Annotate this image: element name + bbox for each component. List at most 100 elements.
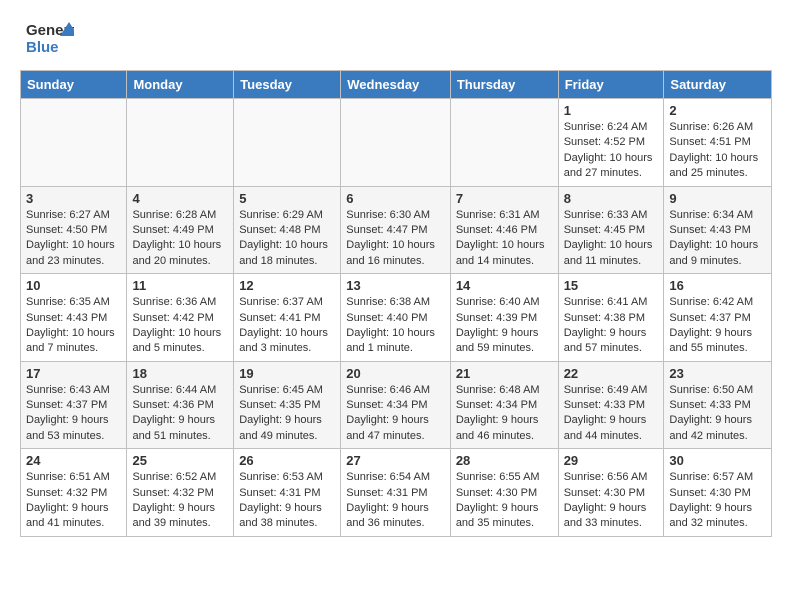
calendar-cell: 21 Sunrise: 6:48 AMSunset: 4:34 PMDayligh… xyxy=(450,361,558,449)
col-tuesday: Tuesday xyxy=(234,71,341,99)
calendar-cell: 30 Sunrise: 6:57 AMSunset: 4:30 PMDayligh… xyxy=(664,449,772,537)
day-info: Sunrise: 6:33 AMSunset: 4:45 PMDaylight:… xyxy=(564,208,659,270)
day-number: 1 xyxy=(564,103,659,118)
day-info: Sunrise: 6:49 AMSunset: 4:33 PMDaylight:… xyxy=(564,383,659,445)
calendar-cell xyxy=(234,99,341,187)
day-info: Sunrise: 6:53 AMSunset: 4:31 PMDaylight:… xyxy=(239,470,335,532)
day-number: 27 xyxy=(346,453,445,468)
day-info: Sunrise: 6:35 AMSunset: 4:43 PMDaylight:… xyxy=(26,295,121,357)
calendar-cell: 25 Sunrise: 6:52 AMSunset: 4:32 PMDayligh… xyxy=(127,449,234,537)
calendar-week-row: 10 Sunrise: 6:35 AMSunset: 4:43 PMDayligh… xyxy=(21,274,772,362)
calendar-header-row: Sunday Monday Tuesday Wednesday Thursday… xyxy=(21,71,772,99)
logo-svg: General Blue xyxy=(24,18,74,60)
day-info: Sunrise: 6:40 AMSunset: 4:39 PMDaylight:… xyxy=(456,295,553,357)
day-info: Sunrise: 6:52 AMSunset: 4:32 PMDaylight:… xyxy=(132,470,228,532)
day-number: 3 xyxy=(26,191,121,206)
day-number: 24 xyxy=(26,453,121,468)
day-number: 18 xyxy=(132,366,228,381)
calendar-cell: 17 Sunrise: 6:43 AMSunset: 4:37 PMDayligh… xyxy=(21,361,127,449)
day-number: 22 xyxy=(564,366,659,381)
day-number: 10 xyxy=(26,278,121,293)
day-info: Sunrise: 6:54 AMSunset: 4:31 PMDaylight:… xyxy=(346,470,445,532)
calendar-cell: 5Sunrise: 6:29 AMSunset: 4:48 PMDaylight… xyxy=(234,186,341,274)
day-info: Sunrise: 6:34 AMSunset: 4:43 PMDaylight:… xyxy=(669,208,766,270)
calendar-cell: 22 Sunrise: 6:49 AMSunset: 4:33 PMDayligh… xyxy=(558,361,664,449)
day-number: 25 xyxy=(132,453,228,468)
day-info: Sunrise: 6:31 AMSunset: 4:46 PMDaylight:… xyxy=(456,208,553,270)
col-monday: Monday xyxy=(127,71,234,99)
day-number: 16 xyxy=(669,278,766,293)
day-number: 23 xyxy=(669,366,766,381)
calendar-cell: 7 Sunrise: 6:31 AMSunset: 4:46 PMDaylight… xyxy=(450,186,558,274)
calendar-cell: 8Sunrise: 6:33 AMSunset: 4:45 PMDaylight… xyxy=(558,186,664,274)
day-info: Sunrise: 6:44 AMSunset: 4:36 PMDaylight:… xyxy=(132,383,228,445)
calendar-cell: 26 Sunrise: 6:53 AMSunset: 4:31 PMDayligh… xyxy=(234,449,341,537)
calendar-cell: 4 Sunrise: 6:28 AMSunset: 4:49 PMDaylight… xyxy=(127,186,234,274)
col-wednesday: Wednesday xyxy=(341,71,451,99)
calendar-cell: 3Sunrise: 6:27 AMSunset: 4:50 PMDaylight… xyxy=(21,186,127,274)
day-number: 14 xyxy=(456,278,553,293)
day-info: Sunrise: 6:57 AMSunset: 4:30 PMDaylight:… xyxy=(669,470,766,532)
day-number: 12 xyxy=(239,278,335,293)
day-number: 9 xyxy=(669,191,766,206)
calendar-cell: 18 Sunrise: 6:44 AMSunset: 4:36 PMDayligh… xyxy=(127,361,234,449)
day-number: 5 xyxy=(239,191,335,206)
day-info: Sunrise: 6:30 AMSunset: 4:47 PMDaylight:… xyxy=(346,208,445,270)
calendar-cell: 23 Sunrise: 6:50 AMSunset: 4:33 PMDayligh… xyxy=(664,361,772,449)
day-info: Sunrise: 6:37 AMSunset: 4:41 PMDaylight:… xyxy=(239,295,335,357)
calendar-cell xyxy=(21,99,127,187)
calendar-cell: 19Sunrise: 6:45 AMSunset: 4:35 PMDayligh… xyxy=(234,361,341,449)
day-info: Sunrise: 6:42 AMSunset: 4:37 PMDaylight:… xyxy=(669,295,766,357)
calendar-cell: 14 Sunrise: 6:40 AMSunset: 4:39 PMDayligh… xyxy=(450,274,558,362)
calendar-week-row: 17 Sunrise: 6:43 AMSunset: 4:37 PMDayligh… xyxy=(21,361,772,449)
calendar-cell: 12 Sunrise: 6:37 AMSunset: 4:41 PMDayligh… xyxy=(234,274,341,362)
day-info: Sunrise: 6:46 AMSunset: 4:34 PMDaylight:… xyxy=(346,383,445,445)
day-info: Sunrise: 6:41 AMSunset: 4:38 PMDaylight:… xyxy=(564,295,659,357)
day-number: 28 xyxy=(456,453,553,468)
day-number: 13 xyxy=(346,278,445,293)
day-number: 30 xyxy=(669,453,766,468)
day-info: Sunrise: 6:28 AMSunset: 4:49 PMDaylight:… xyxy=(132,208,228,270)
calendar-week-row: 1 Sunrise: 6:24 AMSunset: 4:52 PMDaylight… xyxy=(21,99,772,187)
calendar-table: Sunday Monday Tuesday Wednesday Thursday… xyxy=(20,70,772,537)
calendar-cell: 20Sunrise: 6:46 AMSunset: 4:34 PMDayligh… xyxy=(341,361,451,449)
day-info: Sunrise: 6:38 AMSunset: 4:40 PMDaylight:… xyxy=(346,295,445,357)
day-info: Sunrise: 6:43 AMSunset: 4:37 PMDaylight:… xyxy=(26,383,121,445)
day-info: Sunrise: 6:36 AMSunset: 4:42 PMDaylight:… xyxy=(132,295,228,357)
calendar-cell: 24 Sunrise: 6:51 AMSunset: 4:32 PMDayligh… xyxy=(21,449,127,537)
logo: General Blue xyxy=(24,18,74,60)
day-number: 4 xyxy=(132,191,228,206)
day-info: Sunrise: 6:50 AMSunset: 4:33 PMDaylight:… xyxy=(669,383,766,445)
calendar-cell: 13 Sunrise: 6:38 AMSunset: 4:40 PMDayligh… xyxy=(341,274,451,362)
day-number: 21 xyxy=(456,366,553,381)
page-header: General Blue xyxy=(0,0,792,70)
day-number: 17 xyxy=(26,366,121,381)
calendar-cell: 28Sunrise: 6:55 AMSunset: 4:30 PMDayligh… xyxy=(450,449,558,537)
day-info: Sunrise: 6:45 AMSunset: 4:35 PMDaylight:… xyxy=(239,383,335,445)
calendar-week-row: 3Sunrise: 6:27 AMSunset: 4:50 PMDaylight… xyxy=(21,186,772,274)
calendar-container: Sunday Monday Tuesday Wednesday Thursday… xyxy=(0,70,792,547)
calendar-week-row: 24 Sunrise: 6:51 AMSunset: 4:32 PMDayligh… xyxy=(21,449,772,537)
calendar-cell: 9 Sunrise: 6:34 AMSunset: 4:43 PMDaylight… xyxy=(664,186,772,274)
day-number: 11 xyxy=(132,278,228,293)
calendar-cell xyxy=(341,99,451,187)
day-info: Sunrise: 6:51 AMSunset: 4:32 PMDaylight:… xyxy=(26,470,121,532)
calendar-cell: 6Sunrise: 6:30 AMSunset: 4:47 PMDaylight… xyxy=(341,186,451,274)
day-number: 26 xyxy=(239,453,335,468)
calendar-cell: 15 Sunrise: 6:41 AMSunset: 4:38 PMDayligh… xyxy=(558,274,664,362)
day-info: Sunrise: 6:56 AMSunset: 4:30 PMDaylight:… xyxy=(564,470,659,532)
day-info: Sunrise: 6:26 AMSunset: 4:51 PMDaylight:… xyxy=(669,120,766,182)
day-number: 7 xyxy=(456,191,553,206)
calendar-cell: 2Sunrise: 6:26 AMSunset: 4:51 PMDaylight… xyxy=(664,99,772,187)
day-info: Sunrise: 6:24 AMSunset: 4:52 PMDaylight:… xyxy=(564,120,659,182)
calendar-cell: 16 Sunrise: 6:42 AMSunset: 4:37 PMDayligh… xyxy=(664,274,772,362)
calendar-cell: 1 Sunrise: 6:24 AMSunset: 4:52 PMDaylight… xyxy=(558,99,664,187)
day-number: 15 xyxy=(564,278,659,293)
day-info: Sunrise: 6:48 AMSunset: 4:34 PMDaylight:… xyxy=(456,383,553,445)
calendar-cell: 29Sunrise: 6:56 AMSunset: 4:30 PMDayligh… xyxy=(558,449,664,537)
svg-text:Blue: Blue xyxy=(26,39,59,56)
calendar-cell xyxy=(127,99,234,187)
calendar-cell: 27 Sunrise: 6:54 AMSunset: 4:31 PMDayligh… xyxy=(341,449,451,537)
col-thursday: Thursday xyxy=(450,71,558,99)
calendar-cell: 10 Sunrise: 6:35 AMSunset: 4:43 PMDayligh… xyxy=(21,274,127,362)
